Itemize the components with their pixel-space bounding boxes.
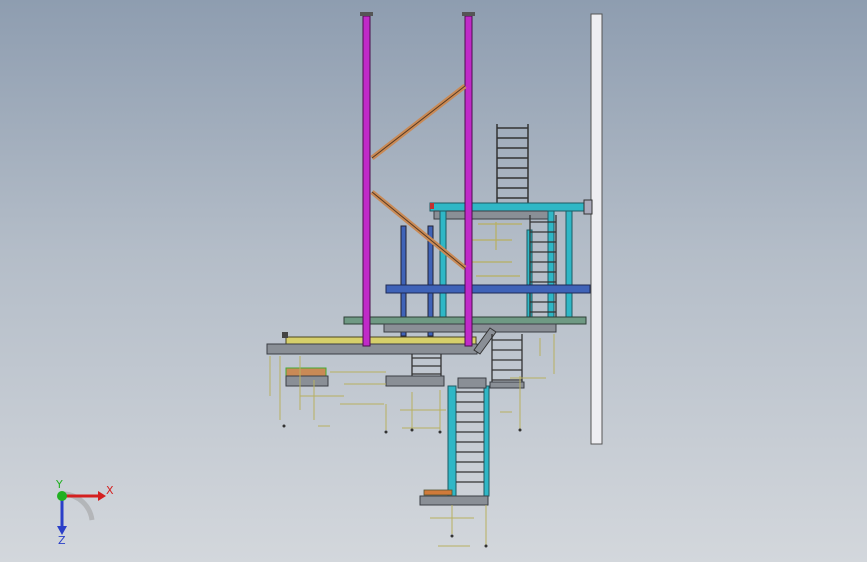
magenta-column-right <box>464 15 473 347</box>
bottom-orange-part <box>423 489 453 496</box>
top-gray-beam <box>433 210 555 220</box>
bottom-gray-landing <box>419 495 489 506</box>
yellow-deck <box>285 336 477 345</box>
left-dark-box <box>285 375 329 387</box>
axis-triad: X Y Z <box>55 480 114 547</box>
column-cap-right <box>462 12 475 16</box>
z-axis-label: Z <box>58 534 66 547</box>
top-cyan-beam <box>429 202 589 212</box>
left-orange-bracket <box>285 367 327 377</box>
upper-ladder <box>496 124 529 204</box>
bracket-right <box>583 199 593 215</box>
small-cap <box>282 332 288 338</box>
3d-viewport[interactable]: X Y Z <box>0 0 867 562</box>
mid-gray-block <box>385 375 445 387</box>
middle-dimension-marks <box>470 222 522 277</box>
right-gray-block <box>489 381 525 389</box>
upper-brace-edge <box>371 85 466 159</box>
cyan-post-2 <box>547 210 555 322</box>
magenta-column-left <box>362 15 371 347</box>
bottom-stair <box>447 377 490 497</box>
blue-long-beam <box>385 284 591 294</box>
wall-panel <box>590 13 603 445</box>
cyan-post-1 <box>439 210 447 332</box>
column-cap-left <box>360 12 373 16</box>
cyan-post-3 <box>565 210 573 322</box>
red-marker <box>430 203 434 209</box>
steel-structure-model[interactable] <box>0 0 867 562</box>
x-axis-label: X <box>106 484 114 497</box>
y-axis-dot <box>57 491 67 501</box>
y-axis-label: Y <box>55 480 63 491</box>
main-gray-floor <box>266 343 478 355</box>
